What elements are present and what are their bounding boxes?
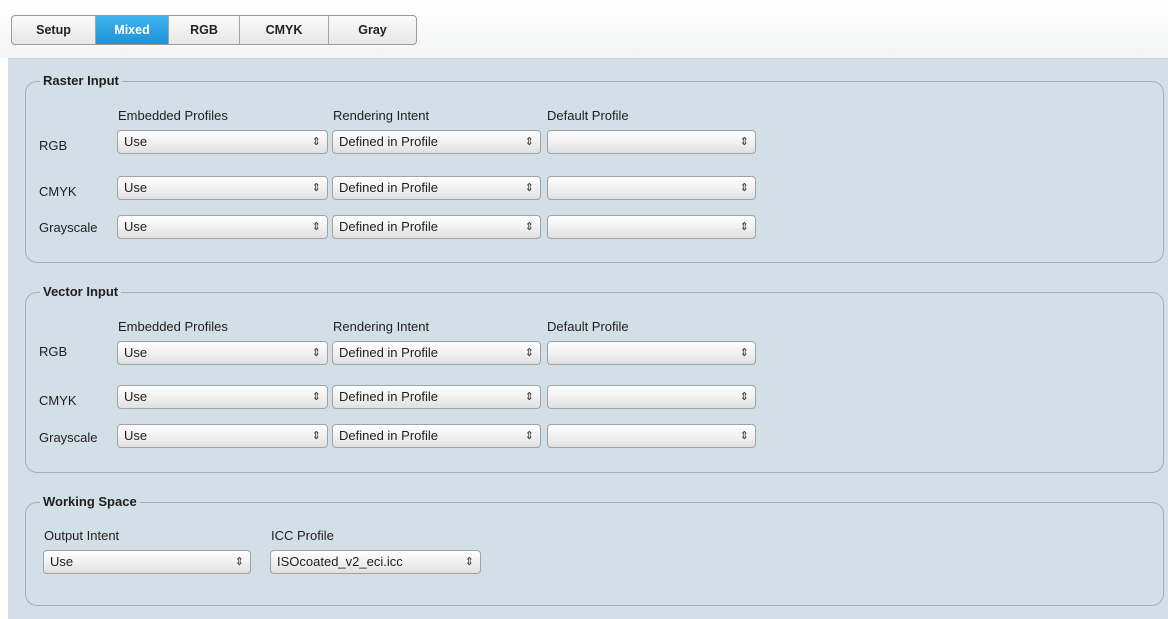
tab-mixed[interactable]: Mixed — [96, 16, 169, 44]
vector-input-title: Vector Input — [40, 283, 122, 301]
raster-cmyk-embedded-select[interactable]: Use ⇕ — [117, 176, 328, 200]
updown-arrows-icon: ⇕ — [524, 182, 534, 194]
tab-rgb[interactable]: RGB — [169, 16, 240, 44]
select-value: ISOcoated_v2_eci.icc — [277, 554, 403, 569]
raster-intent-header: Rendering Intent — [333, 108, 430, 123]
vector-grayscale-embedded-select[interactable]: Use ⇕ — [117, 424, 328, 448]
vector-input-group: Vector Input Embedded Profiles Rendering… — [25, 283, 1164, 473]
updown-arrows-icon: ⇕ — [739, 391, 749, 403]
updown-arrows-icon: ⇕ — [524, 221, 534, 233]
raster-embedded-header: Embedded Profiles — [118, 108, 228, 123]
updown-arrows-icon: ⇕ — [234, 556, 244, 568]
select-value: Use — [124, 428, 148, 443]
vector-cmyk-intent-select[interactable]: Defined in Profile ⇕ — [332, 385, 541, 409]
vector-default-header: Default Profile — [547, 319, 629, 334]
raster-cmyk-label: CMYK — [39, 184, 77, 199]
output-intent-select[interactable]: Use ⇕ — [43, 550, 251, 574]
raster-input-title: Raster Input — [40, 72, 122, 90]
vector-rgb-label: RGB — [39, 344, 68, 359]
raster-rgb-label: RGB — [39, 138, 68, 153]
updown-arrows-icon: ⇕ — [311, 221, 321, 233]
vector-cmyk-embedded-select[interactable]: Use ⇕ — [117, 385, 328, 409]
updown-arrows-icon: ⇕ — [311, 136, 321, 148]
toolbar: Setup Mixed RGB CMYK Gray — [0, 0, 1168, 58]
select-value: Defined in Profile — [339, 428, 438, 443]
updown-arrows-icon: ⇕ — [524, 391, 534, 403]
working-space-title: Working Space — [40, 493, 140, 511]
raster-rgb-default-select[interactable]: ⇕ — [547, 130, 756, 154]
select-value: Defined in Profile — [339, 345, 438, 360]
updown-arrows-icon: ⇕ — [739, 221, 749, 233]
updown-arrows-icon: ⇕ — [311, 430, 321, 442]
select-value: Use — [124, 180, 148, 195]
vector-grayscale-intent-select[interactable]: Defined in Profile ⇕ — [332, 424, 541, 448]
raster-grayscale-label: Grayscale — [39, 220, 98, 235]
raster-default-header: Default Profile — [547, 108, 629, 123]
vector-rgb-default-select[interactable]: ⇕ — [547, 341, 756, 365]
updown-arrows-icon: ⇕ — [524, 136, 534, 148]
updown-arrows-icon: ⇕ — [311, 347, 321, 359]
updown-arrows-icon: ⇕ — [739, 347, 749, 359]
updown-arrows-icon: ⇕ — [524, 347, 534, 359]
output-intent-label: Output Intent — [44, 528, 120, 543]
raster-grayscale-default-select[interactable]: ⇕ — [547, 215, 756, 239]
select-value: Use — [124, 389, 148, 404]
updown-arrows-icon: ⇕ — [464, 556, 474, 568]
raster-rgb-embedded-select[interactable]: Use ⇕ — [117, 130, 328, 154]
vector-cmyk-default-select[interactable]: ⇕ — [547, 385, 756, 409]
vector-rgb-embedded-select[interactable]: Use ⇕ — [117, 341, 328, 365]
tab-gray[interactable]: Gray — [329, 16, 416, 44]
select-value: Use — [124, 134, 148, 149]
raster-grayscale-intent-select[interactable]: Defined in Profile ⇕ — [332, 215, 541, 239]
vector-grayscale-default-select[interactable]: ⇕ — [547, 424, 756, 448]
vector-intent-header: Rendering Intent — [333, 319, 430, 334]
select-value: Use — [124, 345, 148, 360]
updown-arrows-icon: ⇕ — [524, 430, 534, 442]
tab-setup[interactable]: Setup — [12, 16, 96, 44]
select-value: Defined in Profile — [339, 389, 438, 404]
updown-arrows-icon: ⇕ — [739, 182, 749, 194]
updown-arrows-icon: ⇕ — [739, 430, 749, 442]
select-value: Defined in Profile — [339, 134, 438, 149]
select-value: Defined in Profile — [339, 219, 438, 234]
vector-rgb-intent-select[interactable]: Defined in Profile ⇕ — [332, 341, 541, 365]
vector-embedded-header: Embedded Profiles — [118, 319, 228, 334]
updown-arrows-icon: ⇕ — [311, 391, 321, 403]
working-space-group: Working Space Output Intent Use ⇕ ICC Pro… — [25, 493, 1164, 606]
tab-bar: Setup Mixed RGB CMYK Gray — [11, 15, 417, 45]
raster-cmyk-intent-select[interactable]: Defined in Profile ⇕ — [332, 176, 541, 200]
vector-cmyk-label: CMYK — [39, 393, 77, 408]
tab-cmyk[interactable]: CMYK — [240, 16, 329, 44]
raster-input-group: Raster Input Embedded Profiles Rendering… — [25, 72, 1164, 263]
raster-rgb-intent-select[interactable]: Defined in Profile ⇕ — [332, 130, 541, 154]
vector-grayscale-label: Grayscale — [39, 430, 98, 445]
updown-arrows-icon: ⇕ — [739, 136, 749, 148]
select-value: Defined in Profile — [339, 180, 438, 195]
raster-cmyk-default-select[interactable]: ⇕ — [547, 176, 756, 200]
icc-profile-select[interactable]: ISOcoated_v2_eci.icc ⇕ — [270, 550, 481, 574]
raster-grayscale-embedded-select[interactable]: Use ⇕ — [117, 215, 328, 239]
updown-arrows-icon: ⇕ — [311, 182, 321, 194]
icc-profile-label: ICC Profile — [271, 528, 334, 543]
settings-panel: Raster Input Embedded Profiles Rendering… — [8, 58, 1168, 619]
select-value: Use — [124, 219, 148, 234]
select-value: Use — [50, 554, 74, 569]
